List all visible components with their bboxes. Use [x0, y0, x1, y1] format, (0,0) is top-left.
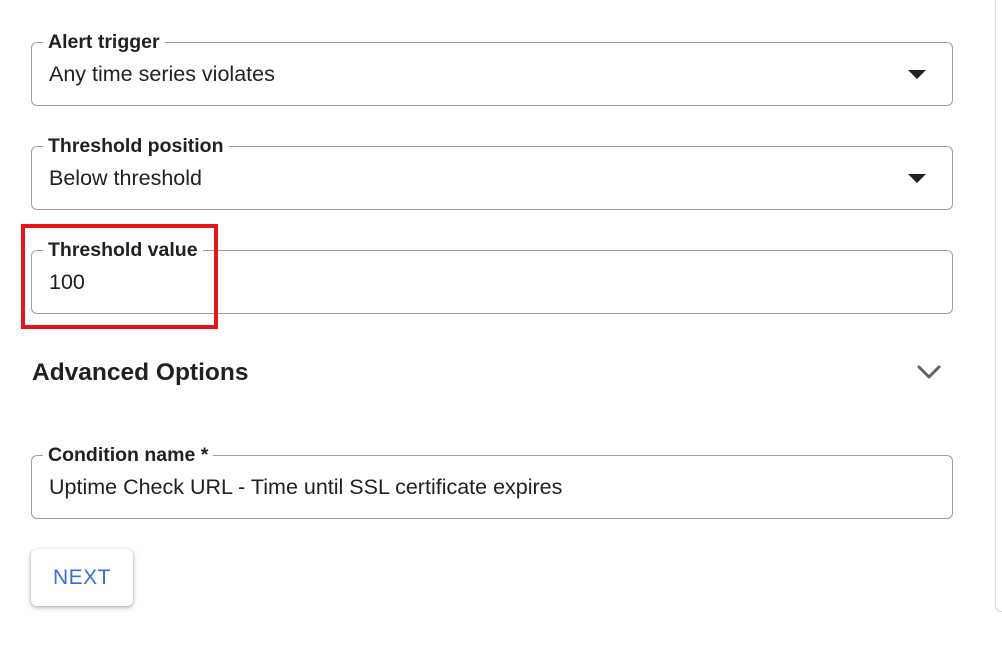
advanced-options-title: Advanced Options — [32, 359, 249, 386]
threshold-value-label: Threshold value — [43, 238, 203, 262]
threshold-position-label: Threshold position — [43, 134, 229, 158]
advanced-options-header[interactable]: Advanced Options — [31, 352, 953, 396]
threshold-value-text[interactable]: 100 — [49, 268, 85, 296]
panel-edge — [995, 0, 1002, 612]
dropdown-arrow-icon[interactable] — [908, 70, 926, 79]
alert-trigger-label: Alert trigger — [43, 30, 165, 54]
chevron-down-icon[interactable] — [915, 358, 943, 386]
condition-name-text[interactable]: Uptime Check URL - Time until SSL certif… — [49, 473, 562, 501]
threshold-position-select[interactable]: Threshold position Below threshold — [31, 134, 953, 210]
dropdown-arrow-icon[interactable] — [908, 174, 926, 183]
next-button[interactable]: NEXT — [31, 549, 133, 606]
alert-trigger-value: Any time series violates — [49, 62, 275, 86]
condition-name-input[interactable]: Condition name * Uptime Check URL - Time… — [31, 443, 953, 519]
alert-trigger-select[interactable]: Alert trigger Any time series violates — [31, 30, 953, 106]
threshold-position-value: Below threshold — [49, 166, 202, 190]
condition-form-page: Alert trigger Any time series violates T… — [0, 0, 1002, 646]
threshold-value-input[interactable]: Threshold value 100 — [31, 238, 953, 314]
condition-name-label: Condition name * — [43, 443, 214, 467]
